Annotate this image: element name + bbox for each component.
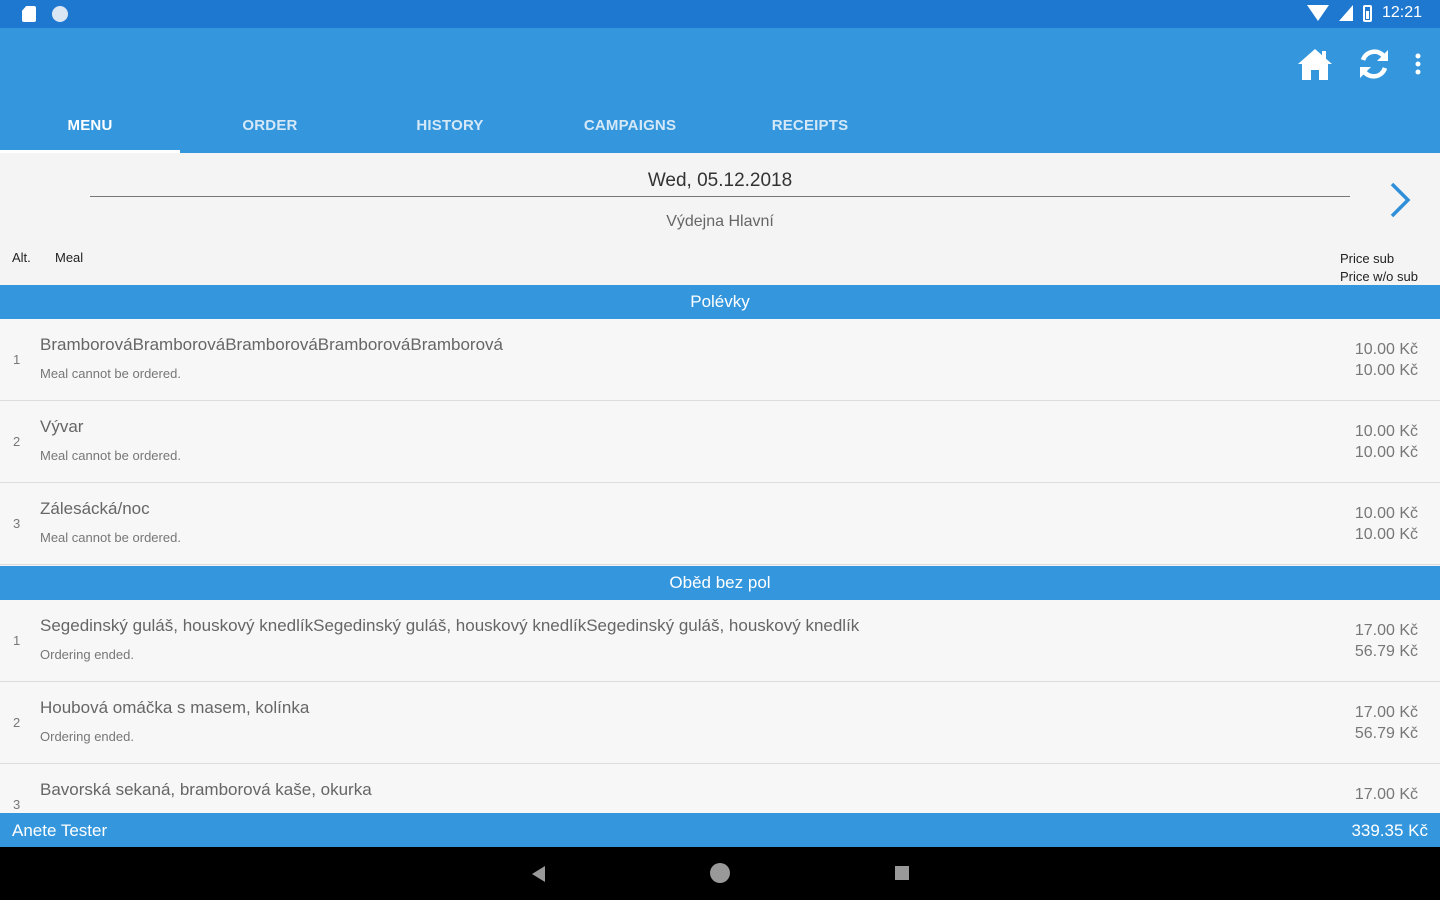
notification-dot-icon (52, 6, 68, 22)
meal-price-wo-sub: 10.00 Kč (1354, 362, 1418, 379)
meal-name: Zálesácká/noc (40, 499, 150, 518)
column-header-meal: Meal (55, 250, 84, 265)
tab-history[interactable]: HISTORY (360, 101, 540, 153)
meal-name: BramborováBramborováBramborováBramborová… (40, 335, 503, 354)
home-nav-icon[interactable] (710, 863, 730, 883)
tab-receipts[interactable]: RECEIPTS (720, 101, 900, 153)
more-vert-icon[interactable] (1414, 52, 1422, 76)
meal-name: Vývar (40, 417, 84, 436)
meal-row[interactable]: 2 Houbová omáčka s masem, kolínka Orderi… (0, 682, 1440, 764)
meal-price-sub: 17.00 Kč (1354, 622, 1418, 639)
canteen-location: Výdejna Hlavní (666, 213, 774, 230)
battery-icon (1362, 4, 1372, 22)
system-nav-bar (0, 847, 1440, 900)
meal-alt: 3 (13, 516, 21, 531)
section-header: Polévky (0, 285, 1440, 319)
meal-name: Houbová omáčka s masem, kolínka (40, 698, 310, 717)
meal-note: Meal cannot be ordered. (40, 366, 181, 381)
tab-bar: MENU ORDER HISTORY CAMPAIGNS RECEIPTS (0, 101, 900, 153)
meal-name: Bavorská sekaná, bramborová kaše, okurka (40, 780, 372, 799)
meal-note: Meal cannot be ordered. (40, 530, 181, 545)
meal-name: Segedinský guláš, houskový knedlíkSegedi… (40, 616, 860, 635)
home-icon[interactable] (1296, 46, 1334, 82)
date-selector[interactable]: Wed, 05.12.2018 (90, 153, 1350, 197)
meal-price-sub: 17.00 Kč (1354, 786, 1418, 803)
footer-bar: Anete Tester 339.35 Kč (0, 813, 1440, 847)
app-bar: MENU ORDER HISTORY CAMPAIGNS RECEIPTS (0, 28, 1440, 153)
tab-campaigns[interactable]: CAMPAIGNS (540, 101, 720, 153)
column-header-price: Price sub Price w/o sub (1340, 250, 1418, 286)
meal-price-sub: 10.00 Kč (1354, 423, 1418, 440)
meal-price-wo-sub: 10.00 Kč (1354, 526, 1418, 543)
meal-row[interactable]: 3 Zálesácká/noc Meal cannot be ordered. … (0, 483, 1440, 565)
selected-date: Wed, 05.12.2018 (647, 170, 793, 191)
meal-price-wo-sub: 56.79 Kč (1354, 643, 1418, 660)
meal-alt: 3 (13, 797, 21, 812)
meal-row[interactable]: 1 Segedinský guláš, houskový knedlíkSege… (0, 600, 1440, 682)
column-header-price-sub: Price sub (1339, 251, 1395, 266)
wifi-icon (1306, 5, 1329, 21)
meal-price-wo-sub: 56.79 Kč (1354, 725, 1418, 742)
meal-price-sub: 10.00 Kč (1354, 341, 1418, 358)
user-name: Anete Tester (12, 821, 108, 840)
menu-content: Wed, 05.12.2018 Výdejna Hlavní Alt. Meal… (0, 153, 1440, 813)
meal-alt: 2 (13, 715, 21, 730)
signal-icon (1338, 5, 1353, 21)
meal-price-wo-sub: 10.00 Kč (1354, 444, 1418, 461)
meal-row[interactable]: 1 BramborováBramborováBramborováBramboro… (0, 319, 1440, 401)
meal-note: Meal cannot be ordered. (40, 448, 181, 463)
section-header: Oběd bez pol (0, 566, 1440, 600)
meal-alt: 1 (13, 352, 21, 367)
meal-note: Ordering ended. (40, 729, 134, 744)
meal-row[interactable]: 3 Bavorská sekaná, bramborová kaše, okur… (0, 764, 1440, 813)
back-icon[interactable] (532, 866, 545, 882)
meal-price-sub: 10.00 Kč (1354, 505, 1418, 522)
menu-section: Polévky 1 BramborováBramborováBramborová… (0, 285, 1440, 565)
recents-icon[interactable] (895, 866, 909, 880)
meal-note: Ordering ended. (40, 647, 134, 662)
column-header-alt: Alt. (12, 250, 31, 265)
status-time: 12:21 (1381, 4, 1422, 21)
meal-row[interactable]: 2 Vývar Meal cannot be ordered. 10.00 Kč… (0, 401, 1440, 483)
meal-alt: 2 (13, 434, 21, 449)
status-bar: 12:21 (0, 0, 1440, 28)
account-total: 339.35 Kč (1351, 821, 1428, 840)
menu-section: Oběd bez pol 1 Segedinský guláš, houskov… (0, 566, 1440, 813)
tab-menu[interactable]: MENU (0, 101, 180, 153)
meal-alt: 1 (13, 633, 21, 648)
tab-order[interactable]: ORDER (180, 101, 360, 153)
refresh-icon[interactable] (1356, 46, 1392, 82)
column-header-price-wo-sub: Price w/o sub (1339, 269, 1418, 284)
meal-price-sub: 17.00 Kč (1354, 704, 1418, 721)
sd-card-icon (22, 6, 36, 22)
